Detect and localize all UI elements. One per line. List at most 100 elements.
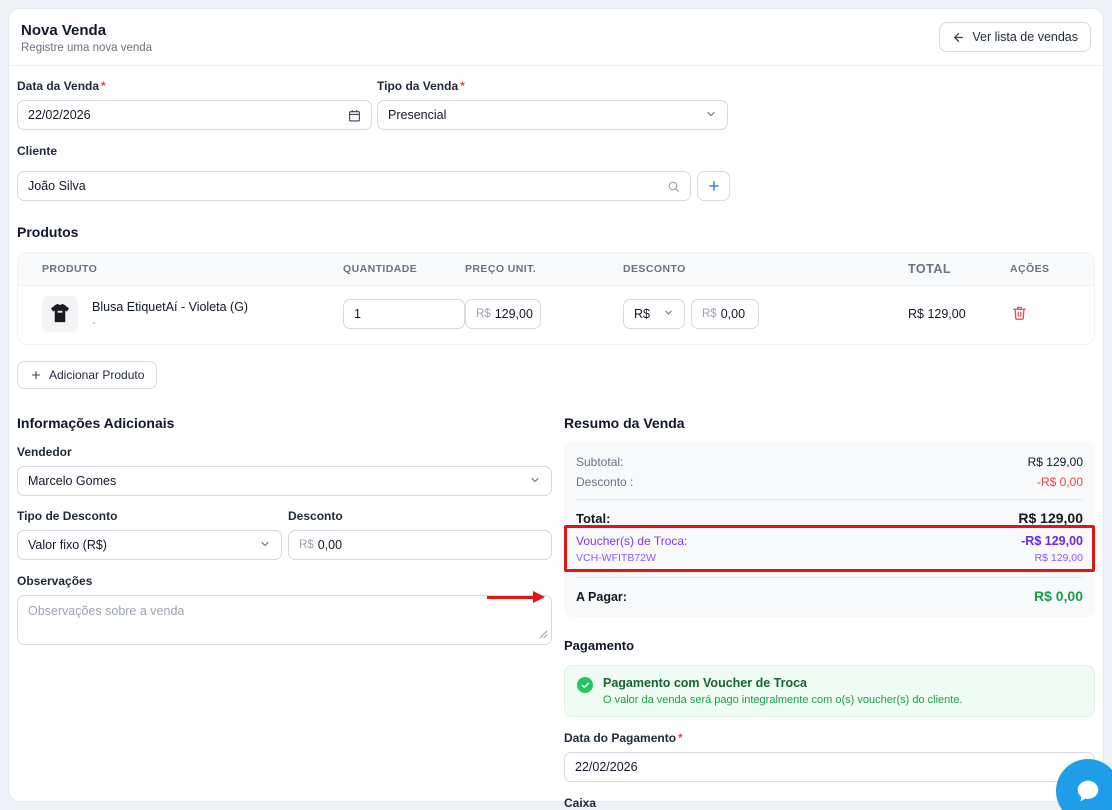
view-sales-list-label: Ver lista de vendas xyxy=(972,30,1078,44)
voucher-value: -R$ 129,00 xyxy=(1021,534,1083,548)
discount-value: 0,00 xyxy=(318,538,342,552)
search-icon xyxy=(667,180,680,193)
row-discount-type-select[interactable]: R$ xyxy=(623,299,685,329)
sale-type-select[interactable]: Presencial xyxy=(377,100,728,130)
row-total: R$ 129,00 xyxy=(908,307,1008,321)
chevron-down-icon xyxy=(663,307,674,321)
due-label: A Pagar: xyxy=(576,590,627,604)
plus-icon xyxy=(30,369,42,381)
payment-section-title: Pagamento xyxy=(564,638,1095,653)
actions-cell xyxy=(1008,303,1094,326)
trash-icon xyxy=(1012,305,1027,321)
required-asterisk: * xyxy=(101,79,106,93)
customer-row xyxy=(17,171,1095,201)
add-product-label: Adicionar Produto xyxy=(49,368,144,382)
unit-price-cell: R$ 129,00 xyxy=(465,299,623,329)
subtotal-value: R$ 129,00 xyxy=(1028,455,1083,469)
col-header-acoes: AÇÕES xyxy=(1008,263,1094,275)
payment-date-value[interactable] xyxy=(575,760,1071,774)
product-info: Blusa EtiquetAí - Violeta (G) - xyxy=(92,300,248,329)
sale-type-value: Presencial xyxy=(388,108,446,122)
new-sale-card: Nova Venda Registre uma nova venda Ver l… xyxy=(8,8,1104,802)
unit-price-value: 129,00 xyxy=(495,307,533,321)
discount-cell: R$ R$ 0,00 xyxy=(623,299,908,329)
row-discount-input[interactable]: R$ 0,00 xyxy=(691,299,759,329)
payment-date-field-group: Data do Pagamento* xyxy=(564,731,1095,782)
required-asterisk: * xyxy=(460,79,465,93)
cashier-label: Caixa xyxy=(564,796,1095,810)
delete-product-button[interactable] xyxy=(1010,303,1029,326)
col-header-total: TOTAL xyxy=(908,262,1008,276)
customer-value[interactable] xyxy=(28,179,667,193)
seller-label: Vendedor xyxy=(17,445,552,459)
lower-section: Informações Adicionais Vendedor Marcelo … xyxy=(17,415,1095,810)
table-row: Blusa EtiquetAí - Violeta (G) - R$ 129,0… xyxy=(18,286,1094,344)
seller-select[interactable]: Marcelo Gomes xyxy=(17,466,552,496)
subtotal-label: Subtotal: xyxy=(576,455,623,469)
top-fields-row: Data da Venda* Tipo da Venda* Presencial xyxy=(17,79,1095,130)
discount-fields-row: Tipo de Desconto Valor fixo (R$) Descont… xyxy=(17,509,552,560)
summary-box: Subtotal: R$ 129,00 Desconto : -R$ 0,00 … xyxy=(564,442,1095,617)
plus-icon xyxy=(707,179,721,193)
notes-label: Observações xyxy=(17,574,552,588)
discount-type-select[interactable]: Valor fixo (R$) xyxy=(17,530,282,560)
customer-label: Cliente xyxy=(17,144,1095,158)
product-thumbnail xyxy=(42,296,78,332)
discount-type-field-group: Tipo de Desconto Valor fixo (R$) xyxy=(17,509,282,560)
alert-content: Pagamento com Voucher de Troca O valor d… xyxy=(603,676,963,706)
calendar-icon[interactable] xyxy=(348,109,361,122)
discount-type-label: Tipo de Desconto xyxy=(17,509,282,523)
col-header-produto: PRODUTO xyxy=(18,263,343,275)
discount-row: Desconto : -R$ 0,00 xyxy=(576,472,1083,492)
chevron-down-icon xyxy=(259,538,271,553)
sale-date-label: Data da Venda* xyxy=(17,79,372,93)
alert-title: Pagamento com Voucher de Troca xyxy=(603,676,963,690)
summary-discount-label: Desconto : xyxy=(576,475,633,489)
sale-date-value[interactable] xyxy=(28,108,348,122)
product-sku: - xyxy=(92,317,248,329)
sale-type-label: Tipo da Venda* xyxy=(377,79,728,93)
required-asterisk: * xyxy=(678,731,683,745)
seller-field-group: Vendedor Marcelo Gomes xyxy=(17,445,552,496)
sale-type-field-group: Tipo da Venda* Presencial xyxy=(377,79,728,130)
total-value: R$ 129,00 xyxy=(1018,510,1083,526)
check-circle-icon xyxy=(577,677,593,693)
voucher-amount: R$ 129,00 xyxy=(1035,552,1083,564)
customer-search-input[interactable] xyxy=(17,171,691,201)
unit-price-input[interactable]: R$ 129,00 xyxy=(465,299,541,329)
discount-label: Desconto xyxy=(288,509,552,523)
payment-date-input[interactable] xyxy=(564,752,1095,782)
add-customer-button[interactable] xyxy=(697,171,730,201)
card-header: Nova Venda Registre uma nova venda Ver l… xyxy=(9,9,1103,66)
due-value: R$ 0,00 xyxy=(1034,588,1083,604)
cashier-field-group: Caixa Marcelo Gomes - Aberto (#20) O pag… xyxy=(564,796,1095,810)
customer-field-group: Cliente xyxy=(17,144,1095,201)
sale-date-input[interactable] xyxy=(17,100,372,130)
divider xyxy=(576,499,1083,500)
voucher-block: Voucher(s) de Troca: -R$ 129,00 VCH-WFIT… xyxy=(576,529,1083,570)
row-discount-value: 0,00 xyxy=(721,307,745,321)
add-product-button[interactable]: Adicionar Produto xyxy=(17,361,157,389)
quantity-cell xyxy=(343,299,465,329)
page-title: Nova Venda xyxy=(21,22,152,39)
quantity-input[interactable] xyxy=(343,299,465,329)
col-header-quantidade: QUANTIDADE xyxy=(343,263,465,275)
discount-input[interactable]: R$ 0,00 xyxy=(288,530,552,560)
products-table: PRODUTO QUANTIDADE PREÇO UNIT. DESCONTO … xyxy=(17,252,1095,345)
arrow-left-icon xyxy=(952,31,965,44)
view-sales-list-button[interactable]: Ver lista de vendas xyxy=(939,22,1091,52)
voucher-code-row: VCH-WFITB72W R$ 129,00 xyxy=(576,548,1083,564)
notes-field-group: Observações xyxy=(17,574,552,650)
row-discount-type-value: R$ xyxy=(634,307,650,321)
products-table-header: PRODUTO QUANTIDADE PREÇO UNIT. DESCONTO … xyxy=(18,253,1094,286)
total-row: Total: R$ 129,00 xyxy=(576,507,1083,529)
chat-icon xyxy=(1073,776,1103,806)
sale-date-field-group: Data da Venda* xyxy=(17,79,372,130)
currency-prefix: R$ xyxy=(299,539,314,551)
products-section-title: Produtos xyxy=(17,224,1095,240)
seller-value: Marcelo Gomes xyxy=(28,474,116,488)
summary-column: Resumo da Venda Subtotal: R$ 129,00 Desc… xyxy=(564,415,1095,810)
alert-text: O valor da venda será pago integralmente… xyxy=(603,694,963,706)
notes-textarea[interactable] xyxy=(17,595,552,645)
due-row: A Pagar: R$ 0,00 xyxy=(576,585,1083,607)
